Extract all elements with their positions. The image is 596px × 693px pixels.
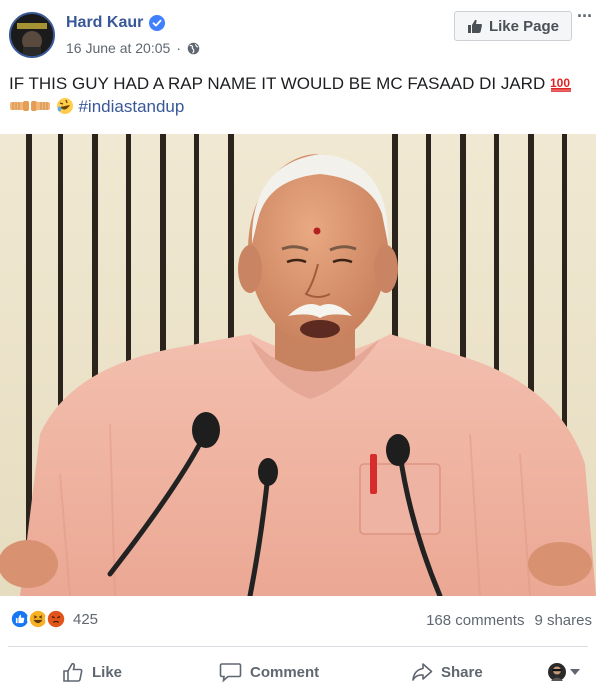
- post-timestamp[interactable]: 16 June at 20:05: [66, 40, 170, 56]
- post-body-text: IF THIS GUY HAD A RAP NAME IT WOULD BE M…: [9, 74, 546, 93]
- author-name[interactable]: Hard Kaur: [66, 14, 143, 32]
- comments-count-link[interactable]: 168 comments: [426, 612, 524, 629]
- verified-badge-icon: [149, 15, 166, 31]
- rolling-laughing-emoji: [56, 98, 73, 114]
- chevron-down-icon: [570, 669, 580, 675]
- page-avatar[interactable]: [9, 12, 55, 58]
- thumbs-up-icon: [467, 19, 482, 33]
- hundred-points-emoji: 100: [550, 76, 571, 92]
- comment-icon: [219, 663, 242, 683]
- action-divider: [8, 646, 588, 647]
- comment-label: Comment: [250, 663, 320, 681]
- hashtag-link[interactable]: #indiastandup: [78, 97, 184, 116]
- fist-bump-emoji: [10, 101, 29, 111]
- shares-count-link[interactable]: 9 shares: [534, 612, 592, 629]
- like-button[interactable]: Like: [62, 661, 122, 683]
- like-page-button[interactable]: Like Page: [454, 11, 572, 41]
- meta-separator: ·: [176, 40, 181, 56]
- share-button[interactable]: Share: [411, 661, 483, 683]
- svg-text:100: 100: [550, 76, 570, 90]
- post-photo[interactable]: [0, 134, 596, 596]
- share-label: Share: [441, 663, 483, 681]
- angry-reaction-icon: [45, 608, 67, 630]
- viewer-selector[interactable]: [548, 663, 580, 681]
- post-actions: Like Comment Share: [0, 652, 596, 692]
- reaction-count[interactable]: 425: [73, 611, 98, 628]
- more-options-icon[interactable]: ···: [577, 7, 596, 30]
- post-message: IF THIS GUY HAD A RAP NAME IT WOULD BE M…: [9, 72, 589, 118]
- thumbs-up-icon: [63, 662, 83, 682]
- comment-button[interactable]: Comment: [219, 661, 319, 683]
- globe-icon[interactable]: [187, 42, 200, 55]
- like-page-label: Like Page: [488, 17, 560, 35]
- share-icon: [412, 663, 433, 681]
- avatar: [548, 663, 566, 681]
- fist-bump-emoji: [31, 101, 50, 111]
- like-label: Like: [92, 663, 123, 681]
- reaction-summary[interactable]: 425: [9, 608, 98, 630]
- post-stats: 425 168 comments 9 shares: [0, 604, 596, 640]
- post-header: Hard Kaur 16 June at 20:05 · Like Page ·…: [0, 0, 596, 70]
